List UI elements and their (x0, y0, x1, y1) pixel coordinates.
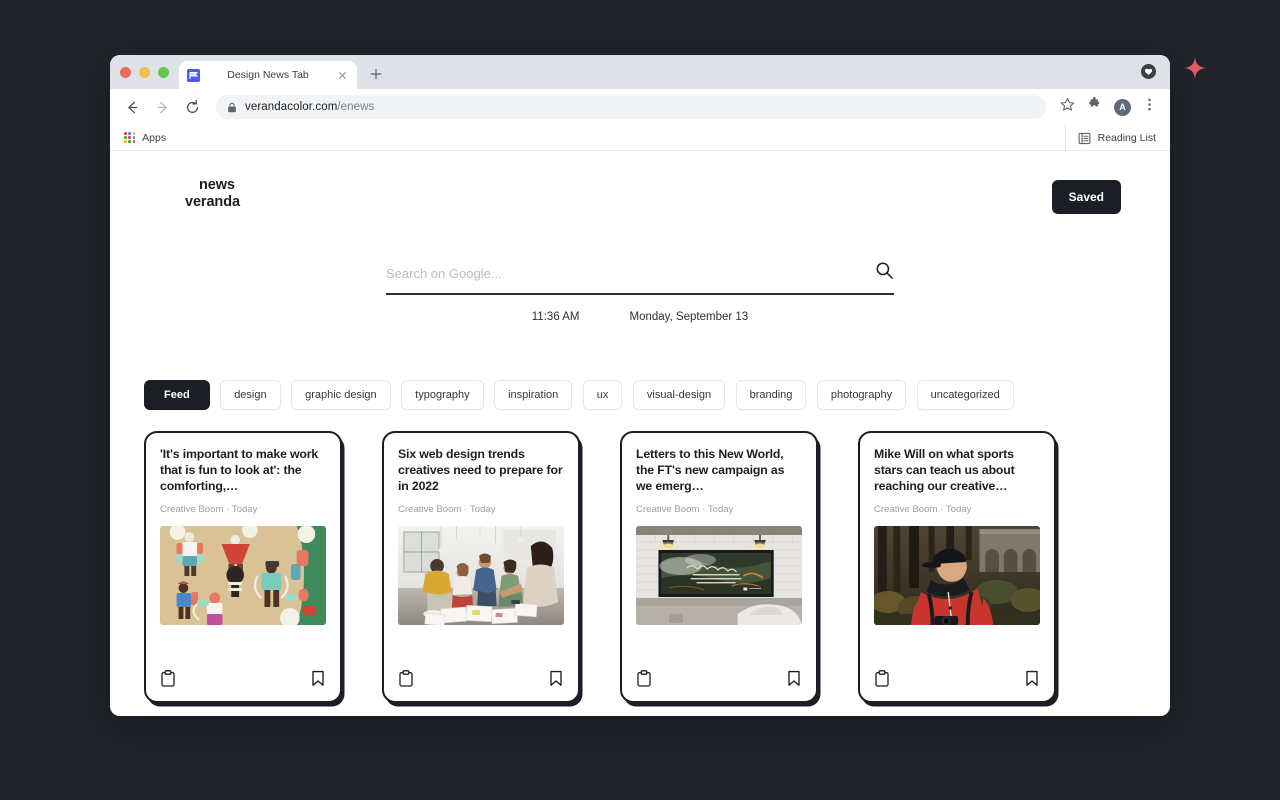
card-thumbnail (636, 525, 802, 625)
card-thumbnail (160, 525, 326, 625)
bookmarks-bar: Apps Reading List (110, 125, 1170, 151)
card-title: Letters to this New World, the FT's new … (636, 447, 785, 493)
card-separator: · (702, 503, 706, 515)
category-filter-chips: Feed design graphic design typography inspir… (138, 380, 1142, 410)
tab-title: Design News Tab (227, 69, 309, 81)
clipboard-icon[interactable] (636, 669, 652, 687)
card-thumbnail (398, 525, 564, 625)
reload-button[interactable] (182, 97, 202, 117)
site-header: news veranda Saved (138, 177, 1142, 214)
reading-list-button[interactable]: Reading List (1064, 125, 1156, 151)
card-separator: · (464, 503, 468, 515)
minimize-window-button[interactable] (139, 67, 150, 78)
card-time: Today (707, 503, 734, 515)
card-time: Today (945, 503, 972, 515)
reading-list-icon (1078, 132, 1091, 144)
extensions-puzzle-icon[interactable] (1087, 97, 1102, 117)
toolbar-icons: A (1060, 97, 1158, 117)
sparkle-decoration (1184, 57, 1206, 79)
card-actions (160, 655, 326, 701)
news-card-grid: 'It's important to make work that is fun… (138, 431, 1142, 703)
browser-menu-icon[interactable] (1143, 97, 1156, 117)
news-card[interactable]: Letters to this New World, the FT's new … (620, 431, 818, 703)
extension-badge-icon[interactable] (1141, 64, 1156, 79)
news-card[interactable]: Six web design trends creatives need to … (382, 431, 580, 703)
browser-tab-strip: Design News Tab (110, 55, 1170, 89)
card-meta: Creative Boom · Today (160, 504, 326, 515)
current-date: Monday, September 13 (629, 311, 749, 323)
datetime-row: 11:36 AM Monday, September 13 (138, 311, 1142, 323)
card-title: Mike Will on what sports stars can teach… (874, 447, 1015, 493)
close-window-button[interactable] (120, 67, 131, 78)
new-tab-button[interactable] (363, 61, 389, 87)
chip-inspiration[interactable]: inspiration (494, 380, 573, 410)
url-text: verandacolor.com/enews (245, 101, 374, 113)
flag-favicon (187, 68, 200, 82)
card-source: Creative Boom (874, 503, 938, 515)
bookmark-icon[interactable] (786, 669, 802, 687)
current-time: 11:36 AM (531, 311, 580, 323)
card-actions (874, 655, 1040, 701)
apps-grid-icon (124, 131, 136, 144)
card-title: 'It's important to make work that is fun… (160, 447, 319, 493)
url-domain: verandacolor.com (245, 101, 338, 113)
reading-list-label: Reading List (1097, 132, 1156, 144)
card-title: Six web design trends creatives need to … (398, 447, 563, 493)
close-tab-button[interactable] (336, 69, 349, 82)
chip-design[interactable]: design (220, 380, 281, 410)
chip-feed[interactable]: Feed (144, 380, 210, 410)
clipboard-icon[interactable] (874, 669, 890, 687)
chip-branding[interactable]: branding (735, 380, 807, 410)
browser-toolbar: verandacolor.com/enews A (110, 89, 1170, 125)
card-source: Creative Boom (160, 503, 224, 515)
saved-button[interactable]: Saved (1051, 180, 1121, 214)
card-meta: Creative Boom · Today (874, 504, 1040, 515)
maximize-window-button[interactable] (158, 67, 169, 78)
chip-photography[interactable]: photography (816, 380, 907, 410)
chip-ux[interactable]: ux (582, 380, 623, 410)
card-meta: Creative Boom · Today (398, 504, 564, 515)
browser-tab[interactable]: Design News Tab (179, 61, 357, 89)
window-controls (120, 67, 169, 89)
card-meta: Creative Boom · Today (636, 504, 802, 515)
card-time: Today (231, 503, 258, 515)
bookmark-star-icon[interactable] (1060, 97, 1075, 117)
news-card[interactable]: 'It's important to make work that is fun… (144, 431, 342, 703)
search-icon[interactable] (875, 261, 894, 285)
url-path: /enews (337, 101, 375, 113)
apps-label: Apps (142, 131, 167, 144)
forward-button[interactable] (152, 97, 172, 117)
back-button[interactable] (122, 97, 142, 117)
card-actions (398, 655, 564, 701)
card-thumbnail (874, 525, 1040, 625)
apps-shortcut[interactable]: Apps (124, 132, 166, 144)
bookmark-icon[interactable] (1024, 669, 1040, 687)
clipboard-icon[interactable] (398, 669, 414, 687)
card-source: Creative Boom (398, 503, 462, 515)
search-input[interactable] (386, 263, 875, 283)
address-bar[interactable]: verandacolor.com/enews (216, 95, 1046, 119)
news-card[interactable]: Mike Will on what sports stars can teach… (858, 431, 1056, 703)
chip-visual-design[interactable]: visual-design (632, 380, 726, 410)
chip-typography[interactable]: typography (401, 380, 484, 410)
profile-avatar[interactable]: A (1114, 98, 1131, 116)
search-bar[interactable] (386, 261, 894, 295)
card-separator: · (226, 503, 230, 515)
lock-icon (228, 102, 236, 112)
bookmark-icon[interactable] (310, 669, 326, 687)
clipboard-icon[interactable] (160, 669, 176, 687)
page-content: news veranda Saved 11:36 AM Monday, Sept… (110, 151, 1170, 716)
logo-line-news: news (199, 177, 235, 193)
browser-window: Design News Tab verandacolor.com/enews A… (110, 55, 1170, 716)
card-actions (636, 655, 802, 701)
logo-line-veranda: veranda (185, 193, 240, 210)
chip-graphic-design[interactable]: graphic design (291, 380, 391, 410)
card-source: Creative Boom (636, 503, 700, 515)
card-separator: · (940, 503, 944, 515)
chip-uncategorized[interactable]: uncategorized (916, 380, 1014, 410)
card-time: Today (469, 503, 496, 515)
bookmark-icon[interactable] (548, 669, 564, 687)
site-logo[interactable]: news veranda (138, 177, 240, 210)
